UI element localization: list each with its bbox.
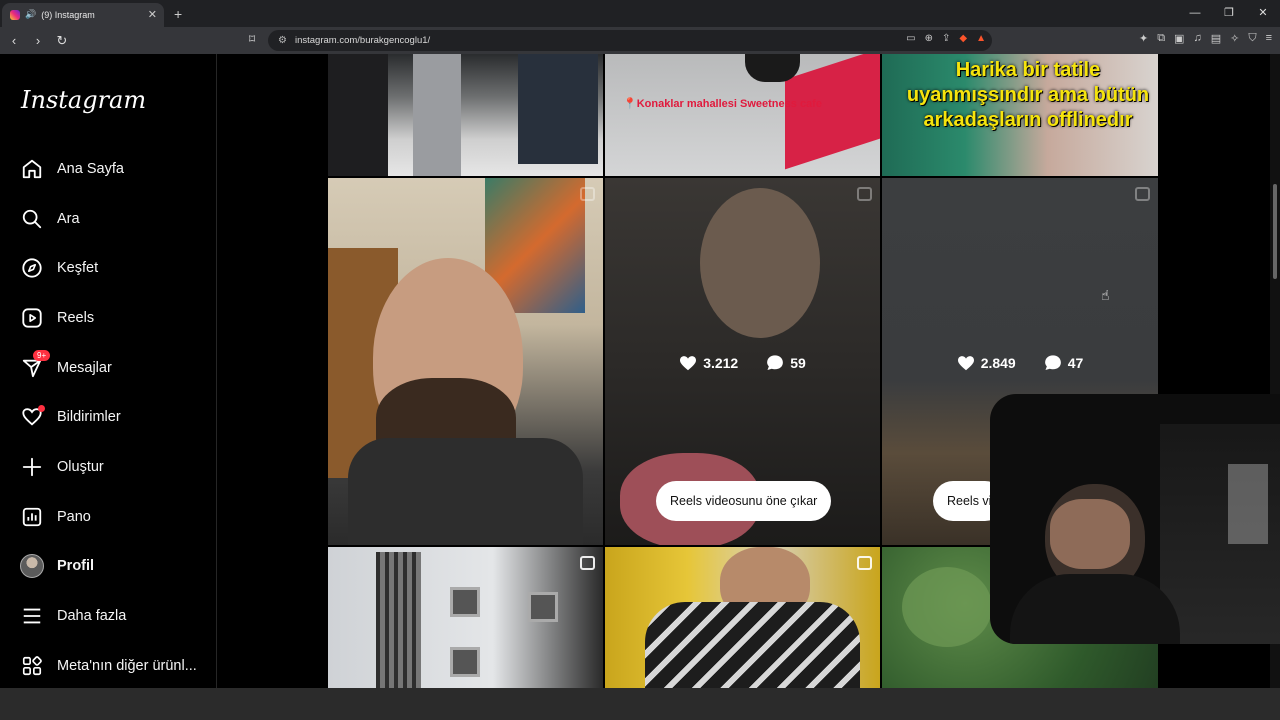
comments-count: 59: [766, 354, 806, 371]
menu-icon[interactable]: ≡: [1266, 32, 1272, 45]
sidebar-item-search[interactable]: Ara: [20, 204, 80, 234]
message-count-badge: 9+: [33, 350, 51, 361]
feature-reel-button[interactable]: Reels videosunu öne çıkar: [656, 481, 832, 521]
zoom-icon[interactable]: ⊕: [925, 33, 933, 44]
reels-badge-icon: [857, 187, 872, 201]
browser-tab[interactable]: 🔊 (9) Instagram ✕: [2, 2, 164, 27]
sidebar-item-label: Oluştur: [57, 459, 104, 475]
sidebar: Instagram Ana Sayfa Ara Keşfet Reels 9+ …: [0, 54, 217, 688]
sidebar-item-label: Keşfet: [57, 260, 99, 276]
sidebar-item-more[interactable]: Daha fazla: [20, 601, 126, 631]
dashboard-icon: [20, 505, 44, 529]
sidebar-item-notifications[interactable]: Bildirimler: [20, 402, 121, 432]
sidebar-item-label: Bildirimler: [57, 409, 121, 425]
post-caption: 📍Konaklar mahallesi Sweetness cafe: [623, 98, 822, 110]
window-controls: — ❐ ✕: [1178, 0, 1280, 27]
puzzle-icon[interactable]: ⧉: [1157, 32, 1165, 45]
search-icon: [20, 207, 44, 231]
sidebar-item-label: Meta'nın diğer ürünl...: [57, 658, 197, 674]
back-button[interactable]: ‹: [4, 33, 24, 48]
sidebar-item-label: Pano: [57, 509, 91, 525]
likes-count: 3.212: [679, 354, 738, 371]
notification-dot: [38, 405, 45, 412]
site-info-icon[interactable]: ⚙: [278, 35, 287, 46]
vpn-icon[interactable]: ⛉: [1248, 32, 1256, 45]
reels-badge-icon: [580, 556, 595, 570]
apps-icon: [20, 654, 44, 678]
sidepanel-icon[interactable]: ▣: [1174, 32, 1184, 45]
browser-toolbar: ‹ › ↻ ⌑ ⚙ instagram.com/burakgencoglu1/ …: [0, 27, 1280, 54]
close-tab-icon[interactable]: ✕: [148, 8, 157, 21]
sidebar-item-reels[interactable]: Reels: [20, 303, 94, 333]
address-bar[interactable]: ⚙ instagram.com/burakgencoglu1/ ▭ ⊕ ⇪ ◆ …: [268, 30, 992, 51]
browser-tab-bar: 🔊 (9) Instagram ✕ + — ❐ ✕: [0, 0, 1280, 27]
close-window-button[interactable]: ✕: [1246, 0, 1280, 27]
post-thumbnail[interactable]: Harika bir tatile uyanmışsındır ama bütü…: [882, 54, 1158, 176]
wallet-icon[interactable]: ▤: [1211, 32, 1221, 45]
reels-badge-icon: [857, 556, 872, 570]
instagram-favicon-icon: [10, 9, 20, 20]
extension-icon[interactable]: ✦: [1139, 32, 1148, 45]
webcam-overlay: [990, 394, 1280, 644]
comment-filled-icon: [767, 355, 784, 370]
sidebar-item-label: Profil: [57, 558, 95, 574]
tab-title: (9) Instagram: [41, 9, 95, 20]
sidebar-item-dashboard[interactable]: Pano: [20, 502, 91, 532]
sidebar-item-label: Daha fazla: [57, 608, 127, 624]
minimize-button[interactable]: —: [1178, 0, 1212, 27]
share-icon[interactable]: ⇪: [942, 33, 950, 44]
post-thumbnail[interactable]: 📍Konaklar mahallesi Sweetness cafe: [605, 54, 880, 176]
home-icon: [20, 157, 44, 181]
sidebar-item-profile[interactable]: Profil: [20, 551, 94, 581]
comments-count: 47: [1044, 354, 1083, 371]
music-icon[interactable]: ♫: [1193, 32, 1201, 45]
new-tab-button[interactable]: +: [174, 6, 182, 22]
likes-count: 2.849: [957, 354, 1016, 371]
heart-icon: [20, 405, 45, 429]
sidebar-item-label: Mesajlar: [57, 360, 112, 376]
heart-filled-icon: [680, 355, 697, 370]
post-thumbnail[interactable]: [605, 547, 880, 688]
extensions-area: ✦ ⧉ ▣ ♫ ▤ ✧ ⛉ ≡: [1139, 32, 1272, 45]
reels-badge-icon: [580, 187, 595, 201]
reels-icon: [20, 306, 44, 330]
url-text: instagram.com/burakgencoglu1/: [294, 35, 431, 46]
heart-filled-icon: [957, 355, 974, 370]
comment-filled-icon: [1044, 355, 1061, 370]
leo-icon[interactable]: ✧: [1230, 32, 1239, 45]
taskbar-strip: [0, 688, 1280, 720]
sidebar-item-explore[interactable]: Keşfet: [20, 253, 98, 283]
plus-icon: [20, 455, 44, 479]
brave-rewards-icon[interactable]: ▲: [976, 33, 986, 44]
sidebar-item-label: Reels: [57, 310, 95, 326]
restore-button[interactable]: ❐: [1212, 0, 1246, 27]
reels-badge-icon: [1135, 187, 1150, 201]
reload-button[interactable]: ↻: [52, 33, 72, 49]
avatar: [20, 554, 44, 578]
speaker-icon[interactable]: 🔊: [25, 9, 36, 20]
sidebar-item-home[interactable]: Ana Sayfa: [20, 154, 124, 184]
bookmark-icon[interactable]: ⌑: [249, 32, 255, 46]
post-thumbnail[interactable]: [328, 547, 603, 688]
post-stats: 2.849 47: [882, 354, 1158, 371]
brave-shield-icon[interactable]: ◆: [959, 33, 967, 44]
post-thumbnail-hovered[interactable]: 3.212 59 Reels videosunu öne çıkar: [605, 178, 880, 545]
sidebar-item-label: Ara: [57, 211, 80, 227]
mouse-cursor-icon: ☝: [1101, 287, 1110, 303]
post-stats: 3.212 59: [605, 354, 880, 371]
forward-button[interactable]: ›: [28, 33, 48, 48]
messenger-icon: 9+: [20, 350, 51, 380]
sidebar-item-messages[interactable]: 9+ Mesajlar: [20, 350, 112, 383]
hamburger-menu-icon: [20, 604, 44, 628]
sidebar-item-meta-apps[interactable]: Meta'nın diğer ürünl...: [20, 651, 197, 681]
sidebar-item-label: Ana Sayfa: [57, 161, 124, 177]
instagram-logo[interactable]: Instagram: [21, 86, 146, 114]
post-thumbnail[interactable]: [328, 54, 603, 176]
explore-icon: [20, 256, 44, 280]
cast-icon[interactable]: ▭: [906, 33, 915, 44]
post-caption: Harika bir tatile uyanmışsındır ama bütü…: [906, 59, 1150, 131]
sidebar-item-create[interactable]: Oluştur: [20, 452, 104, 482]
post-thumbnail[interactable]: [328, 178, 603, 545]
